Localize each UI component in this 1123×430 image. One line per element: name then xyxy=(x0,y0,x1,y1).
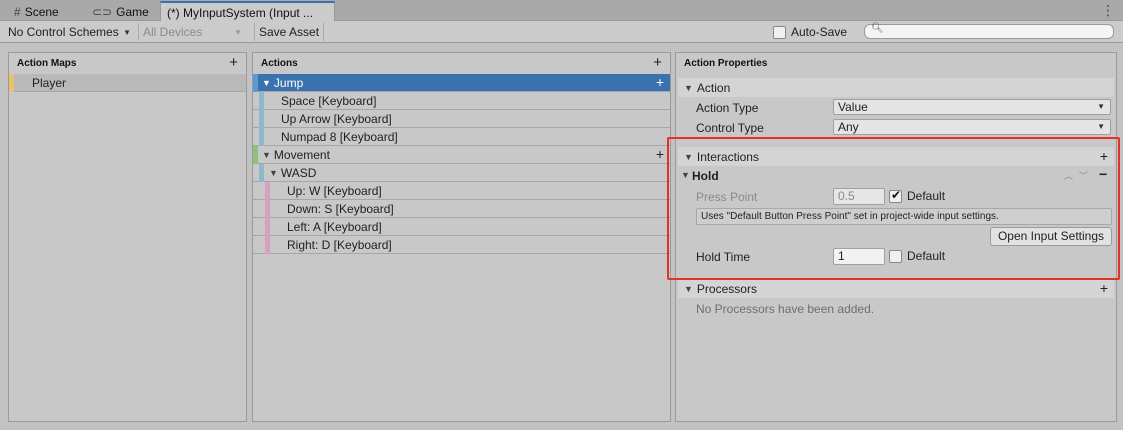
tab-game[interactable]: ⊂⊃ Game xyxy=(86,2,158,21)
tab-input-system[interactable]: (*) MyInputSystem (Input ... xyxy=(160,1,335,22)
add-action-icon[interactable]: + xyxy=(653,55,662,70)
auto-save-label: Auto-Save xyxy=(791,25,848,39)
action-maps-header: Action Maps xyxy=(17,58,77,69)
highlight-box xyxy=(667,137,1120,280)
action-properties-header: Action Properties xyxy=(684,58,768,69)
composite-color-bar xyxy=(265,236,270,254)
composite-row-wasd[interactable]: ▼ WASD xyxy=(253,164,670,182)
auto-save-toggle[interactable]: Auto-Save xyxy=(773,23,847,41)
processors-section-header[interactable]: ▼ Processors + xyxy=(678,279,1114,298)
action-map-label: Player xyxy=(32,75,67,90)
chevron-down-icon: ▼ xyxy=(1097,102,1105,111)
action-row-jump[interactable]: ▼ Jump + xyxy=(253,74,670,92)
section-label: Action xyxy=(696,80,731,95)
binding-color-bar xyxy=(259,128,264,146)
binding-color-bar xyxy=(259,110,264,128)
chevron-down-icon: ▼ xyxy=(234,27,242,37)
grid-icon: # xyxy=(14,4,21,19)
tab-bar: # Scene ⊂⊃ Game (*) MyInputSystem (Input… xyxy=(0,0,1123,22)
binding-label: Right: D [Keyboard] xyxy=(287,237,392,252)
add-action-map-icon[interactable]: + xyxy=(229,55,238,70)
control-scheme-dropdown[interactable]: No Control Schemes ▼ xyxy=(4,23,135,41)
binding-row[interactable]: Left: A [Keyboard] xyxy=(253,218,670,236)
devices-dropdown[interactable]: All Devices ▼ xyxy=(138,23,246,41)
action-label: Movement xyxy=(273,147,330,162)
toolbar: No Control Schemes ▼ All Devices ▼ Save … xyxy=(0,21,1123,43)
control-type-value: Any xyxy=(838,120,859,134)
binding-color-bar xyxy=(259,92,264,110)
expand-triangle-icon[interactable]: ▼ xyxy=(262,78,271,88)
binding-row[interactable]: Right: D [Keyboard] xyxy=(253,236,670,254)
tab-label: (*) MyInputSystem (Input ... xyxy=(167,5,314,20)
action-label: Jump xyxy=(273,75,304,90)
control-scheme-value: No Control Schemes xyxy=(8,25,119,39)
binding-label: Down: S [Keyboard] xyxy=(287,201,394,216)
chevron-down-icon: ▼ xyxy=(1097,122,1105,131)
kebab-menu-icon[interactable]: ⋮ xyxy=(1101,2,1115,19)
control-type-label: Control Type xyxy=(696,121,764,135)
action-type-label: Action Type xyxy=(696,101,759,115)
control-type-dropdown[interactable]: Any ▼ xyxy=(833,119,1111,135)
tab-label: Game xyxy=(116,4,149,19)
binding-row[interactable]: Down: S [Keyboard] xyxy=(253,200,670,218)
binding-row[interactable]: Up: W [Keyboard] xyxy=(253,182,670,200)
add-binding-icon[interactable]: + xyxy=(656,147,664,161)
action-color-bar xyxy=(253,74,258,92)
binding-label: Left: A [Keyboard] xyxy=(287,219,382,234)
composite-color-bar xyxy=(265,182,270,200)
action-maps-panel: Action Maps + Player xyxy=(8,52,247,422)
composite-color-bar xyxy=(265,200,270,218)
collapse-triangle-icon[interactable]: ▼ xyxy=(684,83,693,93)
expand-triangle-icon[interactable]: ▼ xyxy=(262,150,271,160)
binding-color-bar xyxy=(259,164,264,182)
actions-panel: Actions + ▼ Jump + Space [Keyboard] Up A… xyxy=(252,52,671,422)
search-icon: 🔍︎ xyxy=(871,23,884,34)
expand-triangle-icon[interactable]: ▼ xyxy=(269,168,278,178)
add-processor-icon[interactable]: + xyxy=(1100,281,1108,295)
binding-row[interactable]: Space [Keyboard] xyxy=(253,92,670,110)
action-type-value: Value xyxy=(838,100,868,114)
binding-label: Numpad 8 [Keyboard] xyxy=(281,129,398,144)
tab-scene[interactable]: # Scene xyxy=(8,2,84,21)
chevron-down-icon: ▼ xyxy=(123,27,131,37)
composite-label: WASD xyxy=(280,165,317,180)
action-row-movement[interactable]: ▼ Movement + xyxy=(253,146,670,164)
auto-save-checkbox[interactable] xyxy=(773,25,786,39)
gamepad-icon: ⊂⊃ xyxy=(92,4,113,19)
action-color-bar xyxy=(253,146,258,164)
action-map-item-player[interactable]: Player xyxy=(9,74,246,92)
save-asset-button[interactable]: Save Asset xyxy=(254,23,324,41)
binding-label: Up Arrow [Keyboard] xyxy=(281,111,392,126)
binding-label: Up: W [Keyboard] xyxy=(287,183,382,198)
section-label: Processors xyxy=(696,281,757,296)
tab-label: Scene xyxy=(24,4,59,19)
binding-label: Space [Keyboard] xyxy=(281,93,377,108)
add-binding-icon[interactable]: + xyxy=(656,75,664,89)
search-input[interactable]: 🔍︎ xyxy=(864,23,1114,39)
collapse-triangle-icon[interactable]: ▼ xyxy=(684,284,693,294)
devices-value: All Devices xyxy=(143,25,203,39)
composite-color-bar xyxy=(265,218,270,236)
binding-row[interactable]: Up Arrow [Keyboard] xyxy=(253,110,670,128)
action-type-dropdown[interactable]: Value ▼ xyxy=(833,99,1111,115)
actions-header: Actions xyxy=(261,58,298,69)
action-section-header[interactable]: ▼ Action xyxy=(678,78,1114,97)
binding-row[interactable]: Numpad 8 [Keyboard] xyxy=(253,128,670,146)
map-color-bar xyxy=(9,74,14,92)
no-processors-text: No Processors have been added. xyxy=(696,302,875,316)
